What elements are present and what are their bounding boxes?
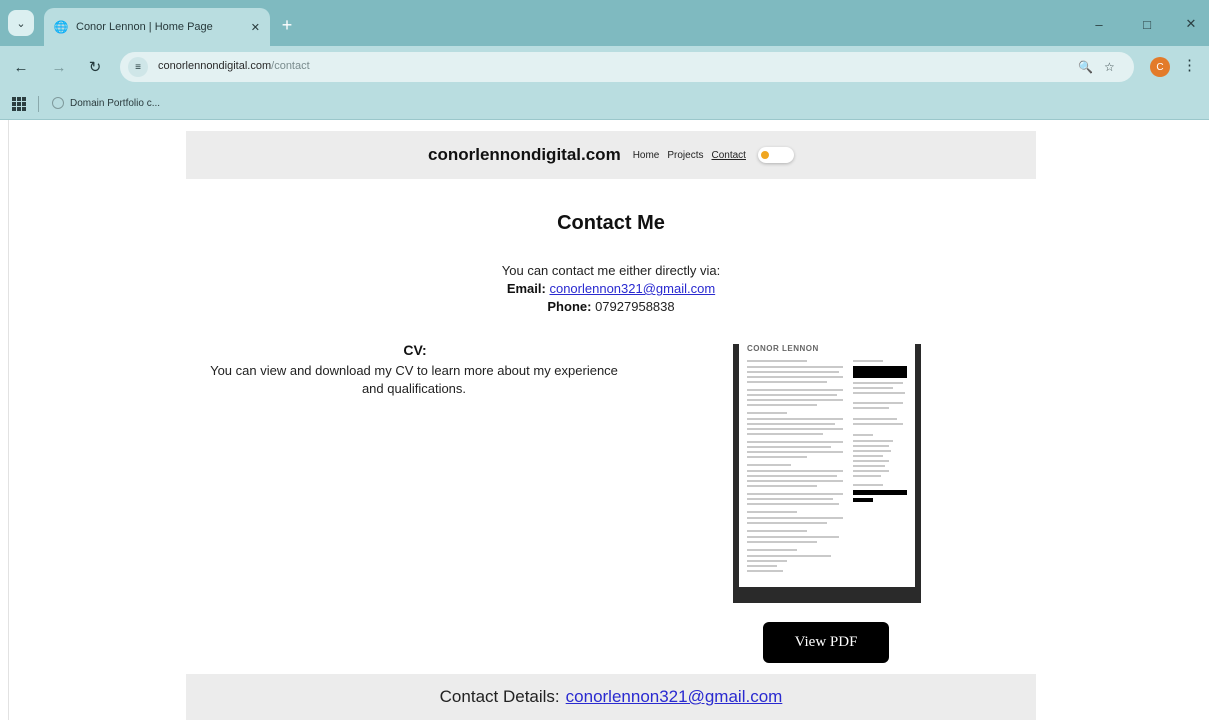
cv-paper: CONOR LENNON (739, 344, 915, 587)
apps-grid-icon[interactable] (12, 97, 26, 111)
site-header: conorlennondigital.com Home Projects Con… (186, 131, 1036, 179)
back-button[interactable]: ← (10, 56, 32, 78)
maximize-button[interactable]: □ (1136, 14, 1158, 34)
minimize-icon: – (1095, 16, 1103, 32)
maximize-icon: □ (1143, 16, 1151, 32)
arrow-right-icon: → (51, 58, 67, 76)
theme-toggle[interactable] (757, 147, 794, 163)
tab-strip: ⌄ 🌐 Conor Lennon | Home Page ✕ + – □ ✕ (0, 0, 1209, 46)
site-brand[interactable]: conorlennondigital.com (428, 145, 621, 165)
profile-avatar[interactable]: C (1150, 57, 1170, 77)
reload-icon: ↻ (88, 59, 102, 76)
new-tab-button[interactable]: + (276, 14, 298, 36)
url-path: /contact (271, 60, 310, 72)
site-footer: Contact Details: conorlennon321@gmail.co… (186, 674, 1036, 720)
email-row: Email: conorlennon321@gmail.com (0, 280, 1209, 298)
close-icon: ✕ (1185, 16, 1197, 31)
phone-value: 07927958838 (595, 299, 675, 314)
cv-preview[interactable]: CONOR LENNON (733, 344, 921, 603)
sun-icon (760, 151, 769, 159)
cv-description: You can view and download my CV to learn… (210, 363, 618, 396)
forward-button[interactable]: → (48, 56, 70, 78)
bookmark-item[interactable]: Domain Portfolio c... (52, 97, 160, 109)
minimize-button[interactable]: – (1088, 14, 1110, 34)
tab-search-button[interactable]: ⌄ (8, 10, 34, 36)
phone-label: Phone: (547, 299, 592, 314)
url-text[interactable]: conorlennondigital.com/contact (158, 60, 310, 72)
cv-title: CV: (403, 342, 427, 358)
tab-title: Conor Lennon | Home Page (76, 21, 213, 33)
chevron-down-icon: ⌄ (16, 17, 26, 30)
cv-preview-name: CONOR LENNON (747, 344, 819, 353)
nav-contact[interactable]: Contact (712, 150, 746, 161)
address-bar[interactable]: ≡ conorlennondigital.com/contact 🔍 ☆ (120, 52, 1134, 82)
nav-home[interactable]: Home (633, 150, 660, 161)
globe-icon: 🌐 (53, 20, 69, 34)
email-label: Email: (506, 281, 546, 296)
page-title: Contact Me (557, 212, 665, 234)
menu-kebab-icon[interactable]: ⋮ (1182, 56, 1197, 74)
email-link[interactable]: conorlennon321@gmail.com (549, 281, 715, 296)
browser-toolbar: ← → ↻ ≡ conorlennondigital.com/contact 🔍… (0, 46, 1209, 88)
globe-icon (52, 97, 64, 109)
footer-label: Contact Details: (439, 687, 560, 706)
nav-projects[interactable]: Projects (667, 150, 703, 161)
star-icon[interactable]: ☆ (1104, 60, 1115, 74)
site-info-icon[interactable]: ≡ (128, 57, 148, 77)
contact-intro: You can contact me either directly via: (501, 263, 721, 278)
plus-icon: + (281, 14, 293, 35)
bookmark-divider (38, 96, 39, 112)
contact-info: You can contact me either directly via: … (0, 262, 1209, 316)
reload-button[interactable]: ↻ (84, 56, 106, 78)
footer-email-link[interactable]: conorlennon321@gmail.com (566, 687, 783, 707)
browser-tab[interactable]: 🌐 Conor Lennon | Home Page ✕ (44, 8, 270, 46)
arrow-left-icon: ← (13, 58, 29, 76)
bookmark-label: Domain Portfolio c... (70, 97, 161, 109)
url-host: conorlennondigital.com (158, 60, 272, 72)
page-edge (8, 120, 9, 720)
close-window-button[interactable]: ✕ (1180, 14, 1202, 34)
bookmarks-bar: Domain Portfolio c... (0, 88, 1209, 120)
tab-close-icon[interactable]: ✕ (251, 21, 260, 34)
browser-chrome: ⌄ 🌐 Conor Lennon | Home Page ✕ + – □ ✕ ←… (0, 0, 1209, 120)
phone-row: Phone: 07927958838 (0, 298, 1209, 316)
view-pdf-button[interactable]: View PDF (763, 622, 889, 663)
zoom-icon[interactable]: 🔍 (1078, 60, 1093, 74)
page-content: conorlennondigital.com Home Projects Con… (0, 120, 1209, 720)
